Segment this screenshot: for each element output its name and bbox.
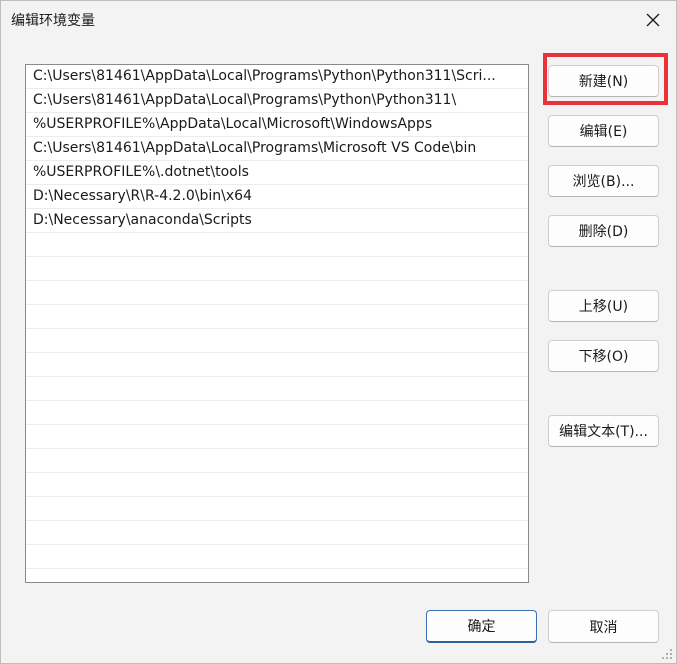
resize-grip-icon[interactable]: [661, 648, 673, 660]
title-bar[interactable]: 编辑环境变量: [1, 1, 676, 39]
empty-list-row[interactable]: [26, 473, 528, 497]
empty-list-row[interactable]: [26, 545, 528, 569]
cancel-button[interactable]: 取消: [548, 610, 659, 643]
empty-list-row[interactable]: [26, 449, 528, 473]
empty-list-row[interactable]: [26, 521, 528, 545]
empty-list-row[interactable]: [26, 257, 528, 281]
empty-list-row[interactable]: [26, 377, 528, 401]
empty-list-row[interactable]: [26, 329, 528, 353]
browse-button[interactable]: 浏览(B)...: [548, 165, 659, 197]
delete-button[interactable]: 删除(D): [548, 215, 659, 247]
empty-list-row[interactable]: [26, 569, 528, 582]
list-item[interactable]: D:\Necessary\R\R-4.2.0\bin\x64: [26, 185, 528, 209]
empty-list-row[interactable]: [26, 233, 528, 257]
empty-list-row[interactable]: [26, 281, 528, 305]
list-item[interactable]: C:\Users\81461\AppData\Local\Programs\Py…: [26, 89, 528, 113]
close-button[interactable]: [636, 5, 670, 35]
list-item[interactable]: %USERPROFILE%\AppData\Local\Microsoft\Wi…: [26, 113, 528, 137]
list-item[interactable]: C:\Users\81461\AppData\Local\Programs\Py…: [26, 65, 528, 89]
empty-list-row[interactable]: [26, 353, 528, 377]
empty-list-row[interactable]: [26, 401, 528, 425]
edit-button[interactable]: 编辑(E): [548, 115, 659, 147]
edit-environment-variable-dialog: 编辑环境变量 C:\Users\81461\AppData\Local\Prog…: [0, 0, 677, 664]
ok-button[interactable]: 确定: [426, 610, 537, 643]
empty-list-row[interactable]: [26, 497, 528, 521]
list-item[interactable]: D:\Necessary\anaconda\Scripts: [26, 209, 528, 233]
path-list[interactable]: C:\Users\81461\AppData\Local\Programs\Py…: [25, 64, 529, 583]
move-up-button[interactable]: 上移(U): [548, 290, 659, 322]
empty-list-row[interactable]: [26, 425, 528, 449]
move-down-button[interactable]: 下移(O): [548, 340, 659, 372]
list-item[interactable]: C:\Users\81461\AppData\Local\Programs\Mi…: [26, 137, 528, 161]
list-item[interactable]: %USERPROFILE%\.dotnet\tools: [26, 161, 528, 185]
empty-list-row[interactable]: [26, 305, 528, 329]
close-icon: [646, 13, 660, 27]
new-button[interactable]: 新建(N): [548, 65, 659, 97]
dialog-title: 编辑环境变量: [11, 13, 95, 29]
edit-text-button[interactable]: 编辑文本(T)...: [548, 415, 659, 447]
